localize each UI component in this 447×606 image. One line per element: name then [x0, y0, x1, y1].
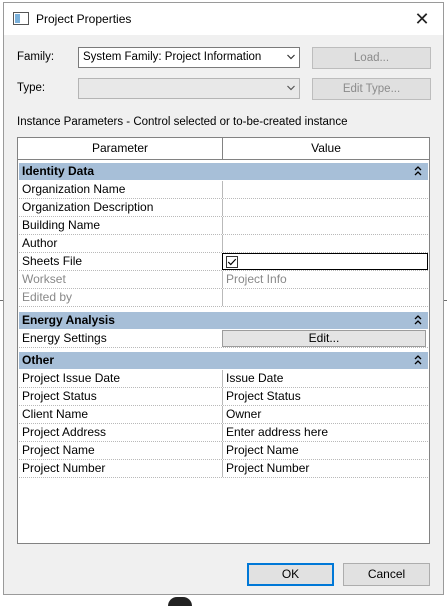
type-dropdown[interactable]	[78, 78, 300, 99]
collapse-icon[interactable]	[414, 165, 422, 177]
family-dropdown-value: System Family: Project Information	[83, 51, 262, 63]
group-title: Other	[22, 353, 55, 367]
param-name: Building Name	[22, 218, 101, 232]
param-value[interactable]: Project Status	[222, 388, 428, 405]
checkmark-icon	[227, 258, 237, 266]
background-glyph	[168, 597, 192, 606]
param-name: Organization Description	[22, 200, 154, 214]
sheets-file-checkbox[interactable]	[226, 256, 238, 268]
param-name: Project Issue Date	[22, 371, 121, 385]
param-name: Project Address	[22, 425, 107, 439]
param-value[interactable]	[222, 181, 428, 198]
param-value[interactable]: Project Number	[222, 460, 428, 477]
cancel-button[interactable]: Cancel	[343, 563, 430, 586]
edit-type-button[interactable]: Edit Type...	[312, 78, 431, 100]
dialog-title: Project Properties	[36, 12, 132, 26]
load-button[interactable]: Load...	[312, 47, 431, 69]
param-name: Energy Settings	[22, 331, 107, 345]
param-row-organization-description[interactable]: Organization Description	[19, 199, 428, 217]
param-value[interactable]: Project Name	[222, 442, 428, 459]
param-name: Edited by	[22, 290, 73, 304]
param-row-project-status[interactable]: Project Status Project Status	[19, 388, 428, 406]
type-label: Type:	[17, 82, 46, 94]
param-row-project-issue-date[interactable]: Project Issue Date Issue Date	[19, 370, 428, 388]
value-column-header[interactable]: Value	[223, 138, 429, 159]
param-value	[222, 289, 428, 306]
param-row-sheets-file[interactable]: Sheets File	[19, 253, 428, 271]
param-row-building-name[interactable]: Building Name	[19, 217, 428, 235]
close-icon[interactable]: ✕	[409, 6, 435, 32]
instance-parameters-description: Instance Parameters - Control selected o…	[17, 116, 348, 128]
param-value[interactable]: Issue Date	[222, 370, 428, 387]
param-row-energy-settings[interactable]: Energy Settings Edit...	[19, 330, 428, 348]
param-value[interactable]: Enter address here	[222, 424, 428, 441]
ok-button[interactable]: OK	[247, 563, 334, 586]
properties-grid: Parameter Value Identity Data Organizati…	[17, 137, 430, 544]
param-row-workset: Workset Project Info	[19, 271, 428, 289]
param-row-author[interactable]: Author	[19, 235, 428, 253]
param-name: Client Name	[22, 407, 89, 421]
group-title: Identity Data	[22, 164, 95, 178]
param-value[interactable]: Owner	[222, 406, 428, 423]
family-dropdown[interactable]: System Family: Project Information	[78, 47, 300, 68]
param-row-organization-name[interactable]: Organization Name	[19, 181, 428, 199]
param-name: Project Number	[22, 461, 106, 475]
param-row-edited-by: Edited by	[19, 289, 428, 307]
chevron-down-icon	[287, 85, 295, 91]
energy-settings-edit-button[interactable]: Edit...	[222, 330, 426, 347]
param-name: Author	[22, 236, 58, 250]
group-other[interactable]: Other	[19, 352, 428, 369]
grid-header: Parameter Value	[18, 138, 429, 160]
param-name: Project Name	[22, 443, 95, 457]
family-label: Family:	[17, 51, 55, 63]
title-bar: Project Properties ✕	[4, 3, 443, 35]
param-value[interactable]	[222, 199, 428, 216]
param-row-project-name[interactable]: Project Name Project Name	[19, 442, 428, 460]
collapse-icon[interactable]	[414, 314, 422, 326]
param-name: Sheets File	[22, 254, 83, 268]
collapse-icon[interactable]	[414, 354, 422, 366]
param-name: Workset	[22, 272, 66, 286]
properties-window-icon	[13, 12, 29, 25]
param-name: Organization Name	[22, 182, 126, 196]
param-row-project-address[interactable]: Project Address Enter address here	[19, 424, 428, 442]
param-value: Project Info	[222, 271, 428, 288]
sheets-file-value-cell[interactable]	[222, 253, 428, 270]
group-title: Energy Analysis	[22, 313, 115, 327]
param-name: Project Status	[22, 389, 97, 403]
param-row-project-number[interactable]: Project Number Project Number	[19, 460, 428, 478]
group-energy-analysis[interactable]: Energy Analysis	[19, 312, 428, 329]
param-row-client-name[interactable]: Client Name Owner	[19, 406, 428, 424]
param-value[interactable]	[222, 235, 428, 252]
chevron-down-icon	[287, 54, 295, 60]
project-properties-dialog: Project Properties ✕ Family: System Fami…	[3, 2, 444, 595]
param-value[interactable]	[222, 217, 428, 234]
parameter-column-header[interactable]: Parameter	[18, 138, 223, 159]
group-identity-data[interactable]: Identity Data	[19, 163, 428, 180]
